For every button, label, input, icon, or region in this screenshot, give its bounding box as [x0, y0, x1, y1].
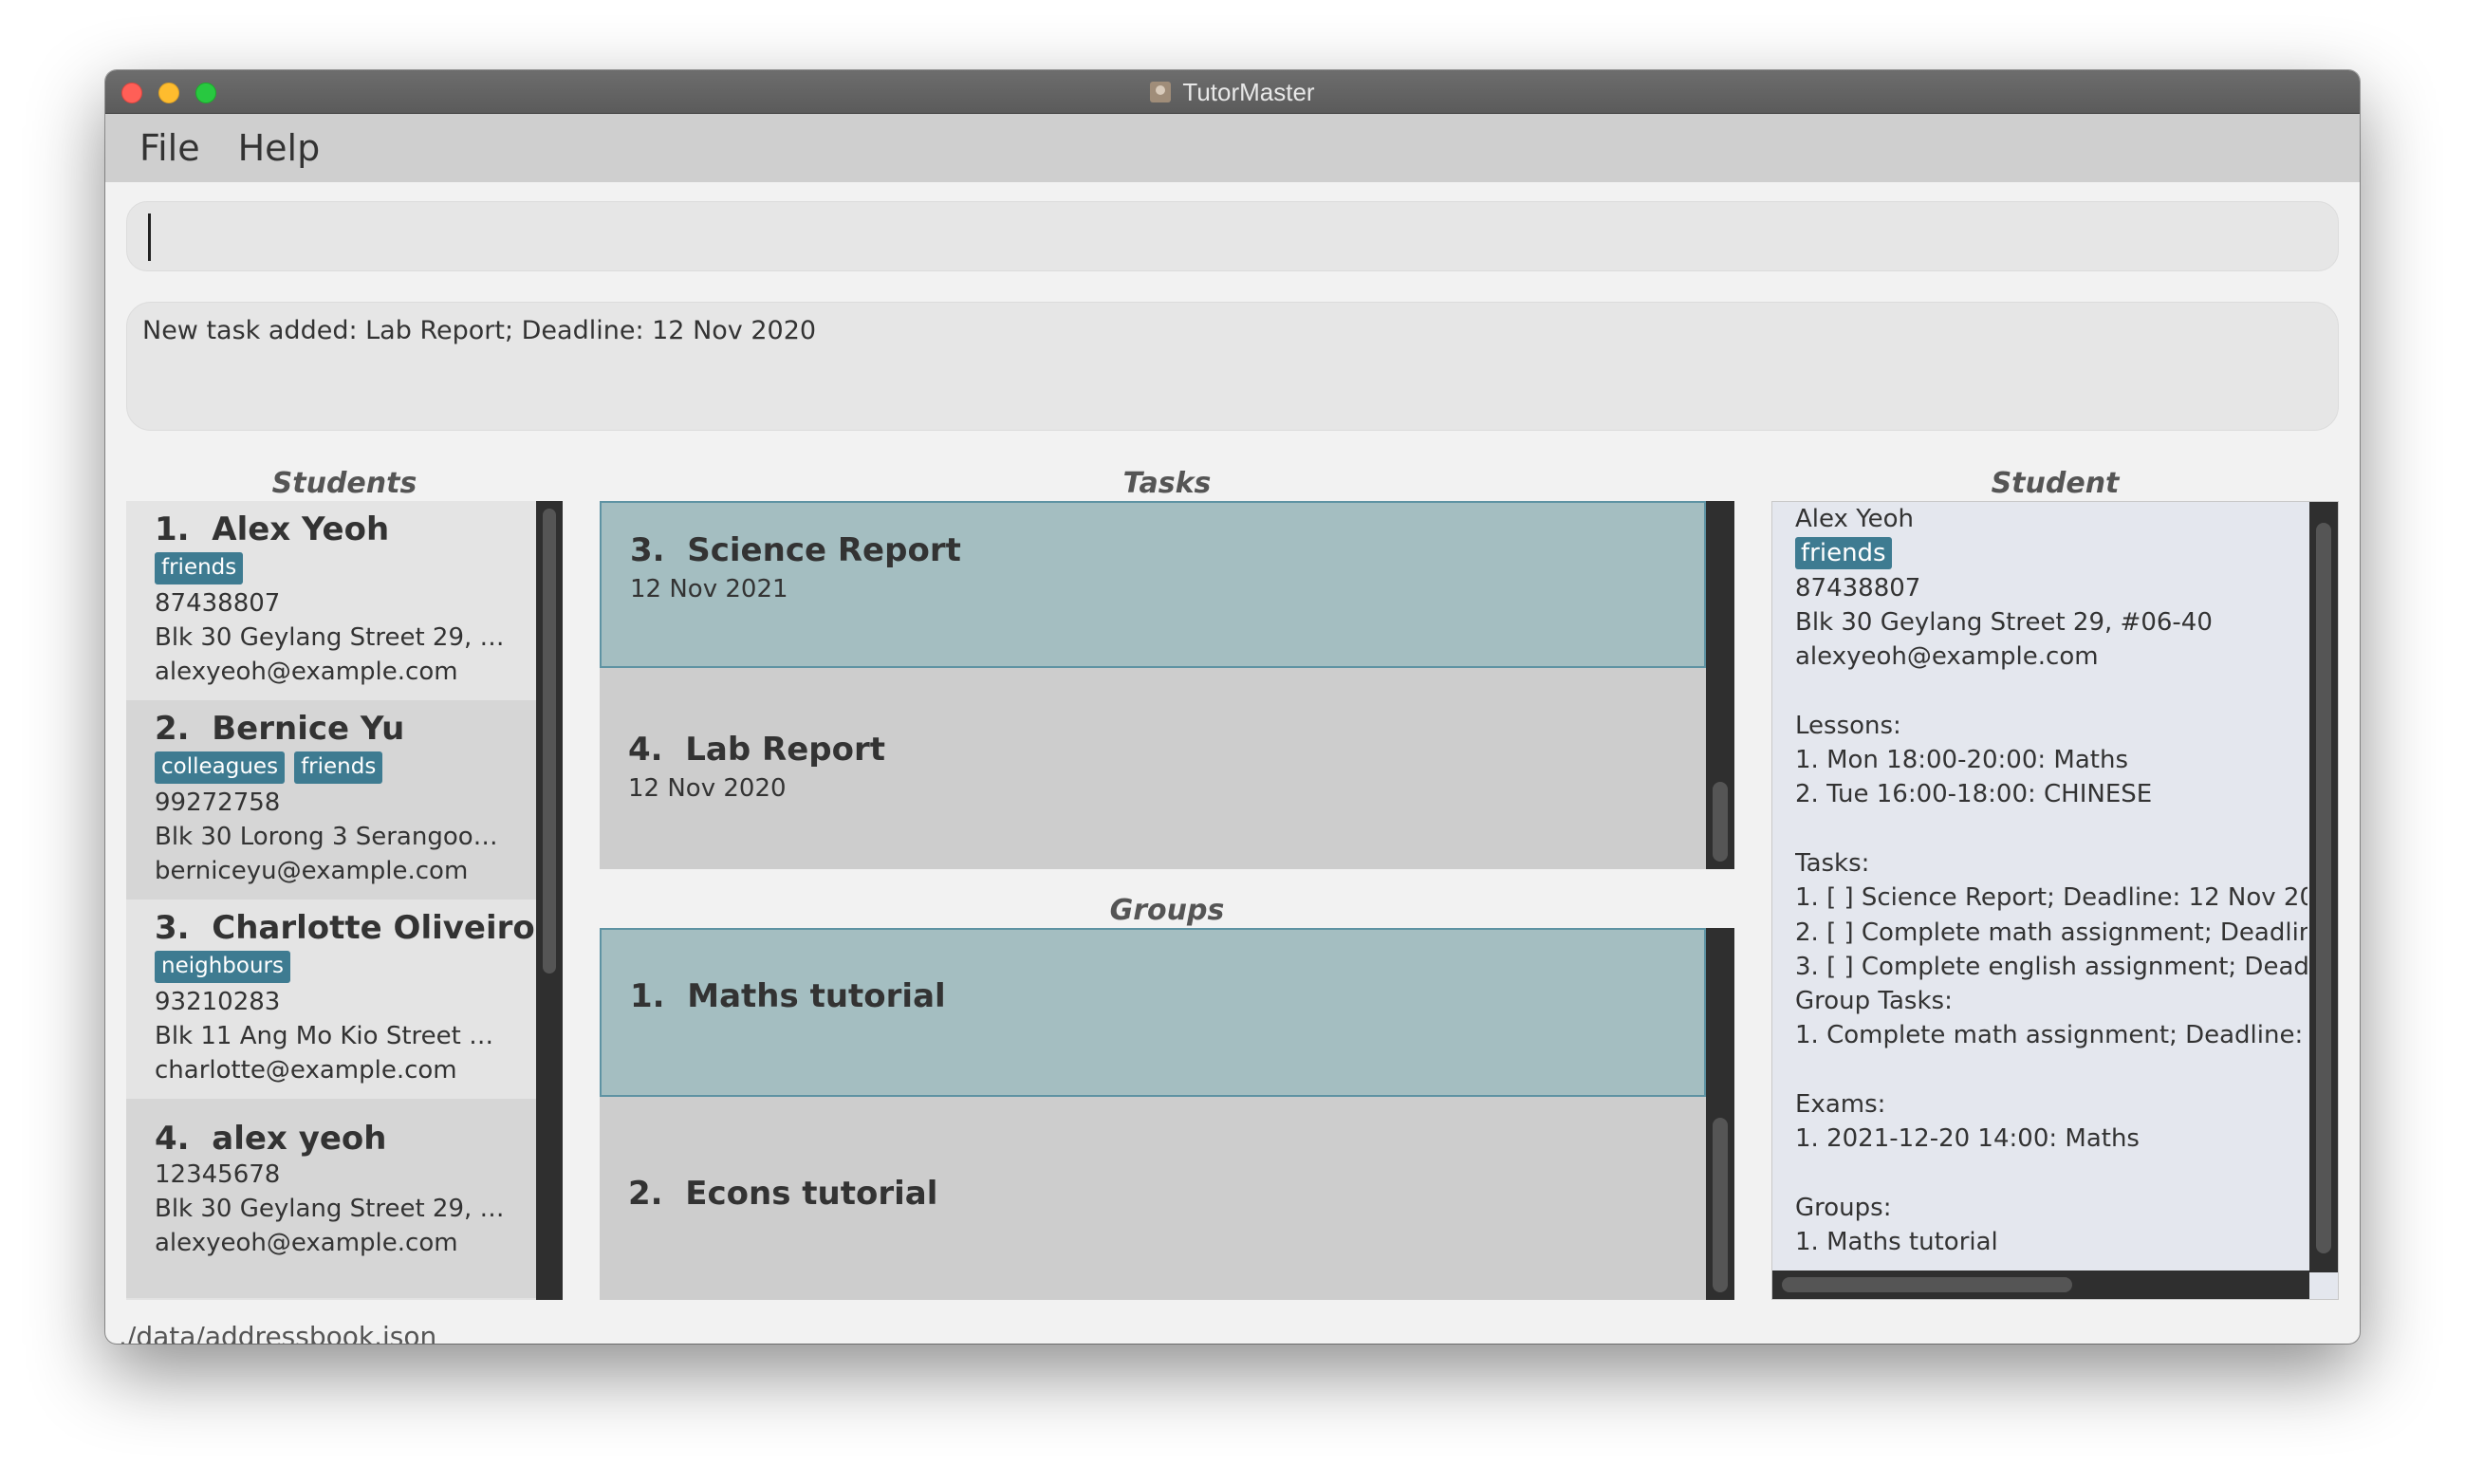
student-card[interactable]: 4. alex yeoh 12345678 Blk 30 Geylang Str… — [126, 1099, 536, 1298]
menu-bar: File Help — [105, 114, 2360, 182]
student-phone: 12345678 — [155, 1160, 281, 1189]
detail-scrollbar-horizontal[interactable] — [1772, 1271, 2309, 1299]
student-email: berniceyu@example.com — [155, 857, 469, 885]
detail-group: 1. Maths tutorial — [1795, 1228, 1998, 1257]
student-tags: neighbours — [155, 951, 508, 983]
title-bar: TutorMaster — [105, 70, 2360, 114]
students-scroll-thumb[interactable] — [543, 509, 556, 974]
tasks-header: Tasks — [1122, 467, 1212, 500]
detail-group-task: 1. Complete math assignment; Deadline: 1… — [1795, 1021, 2307, 1050]
tag-badge: friends — [294, 751, 383, 784]
student-name: 2. Bernice Yu — [155, 710, 405, 748]
student-phone: 87438807 — [155, 589, 281, 618]
menu-file[interactable]: File — [139, 127, 200, 169]
student-address: Blk 30 Lorong 3 Serangoon G... — [155, 823, 508, 851]
students-header: Students — [271, 467, 417, 500]
detail-scroll-thumb-vertical[interactable] — [2316, 523, 2331, 1253]
student-address: Blk 30 Geylang Street 29, #06-... — [155, 623, 508, 652]
detail-email: alexyeoh@example.com — [1795, 642, 2099, 672]
student-name: 4. alex yeoh — [155, 1120, 387, 1158]
task-card[interactable]: 3. Science Report 12 Nov 2021 — [600, 501, 1706, 668]
detail-tag-badge: friends — [1795, 537, 1892, 570]
detail-task: 1. [ ] Science Report; Deadline: 12 Nov … — [1795, 883, 2307, 913]
student-detail-panel[interactable]: Alex Yeoh friends 87438807 Blk 30 Geylan… — [1771, 501, 2339, 1300]
group-card[interactable]: 1. Maths tutorial — [600, 928, 1706, 1097]
student-card[interactable]: 1. Alex Yeoh friends 87438807 Blk 30 Gey… — [126, 501, 536, 700]
group-card[interactable]: 2. Econs tutorial — [600, 1097, 1706, 1300]
detail-scrollbar-vertical[interactable] — [2309, 502, 2338, 1272]
window-title: TutorMaster — [1182, 77, 1315, 106]
text-caret — [148, 213, 151, 261]
student-tags: colleagues friends — [155, 751, 508, 784]
detail-exam: 1. 2021-12-20 14:00: Maths — [1795, 1124, 2140, 1154]
student-detail-content: Alex Yeoh friends 87438807 Blk 30 Geylan… — [1795, 502, 2307, 1260]
detail-spacer — [1795, 1157, 2307, 1191]
student-card[interactable]: 3. Charlotte Oliveiro neighbours 9321028… — [126, 900, 536, 1099]
tasks-scroll-thumb[interactable] — [1713, 782, 1728, 862]
detail-phone: 87438807 — [1795, 573, 1921, 603]
student-tags: friends — [155, 552, 508, 584]
menu-help[interactable]: Help — [238, 127, 321, 169]
student-email: charlotte@example.com — [155, 1056, 457, 1085]
title-wrap: TutorMaster — [105, 70, 2360, 114]
student-email: alexyeoh@example.com — [155, 658, 458, 686]
detail-lesson: 2. Tue 16:00-18:00: CHINESE — [1795, 780, 2153, 809]
students-scrollbar[interactable] — [536, 501, 563, 1300]
detail-task: 3. [ ] Complete english assignment; Dead… — [1795, 952, 2307, 981]
student-name: 3. Charlotte Oliveiro — [155, 909, 535, 947]
tag-badge: colleagues — [155, 751, 286, 784]
tag-badge: friends — [155, 552, 244, 584]
task-name: 4. Lab Report — [628, 731, 886, 769]
detail-lesson: 1. Mon 18:00-20:00: Maths — [1795, 746, 2128, 775]
tag-badge: neighbours — [155, 951, 290, 983]
detail-task: 2. [ ] Complete math assignment; Deadlin… — [1795, 918, 2307, 947]
detail-name: Alex Yeoh — [1795, 505, 1915, 533]
detail-spacer — [1795, 1053, 2307, 1087]
student-phone: 99272758 — [155, 788, 281, 817]
student-phone: 93210283 — [155, 988, 281, 1016]
detail-tags: friends — [1795, 536, 2307, 570]
tasks-list[interactable]: 3. Science Report 12 Nov 2021 4. Lab Rep… — [600, 501, 1734, 869]
groups-header: Groups — [1109, 894, 1225, 927]
student-card[interactable]: 2. Bernice Yu colleagues friends 9927275… — [126, 700, 536, 900]
detail-group-tasks-label: Group Tasks: — [1795, 987, 1953, 1016]
detail-scroll-thumb-horizontal[interactable] — [1782, 1277, 2072, 1292]
student-detail-header: Student — [1991, 467, 2120, 500]
student-address: Blk 11 Ang Mo Kio Street 74, #... — [155, 1022, 508, 1050]
student-email: alexyeoh@example.com — [155, 1229, 458, 1257]
app-icon — [1150, 82, 1172, 102]
group-name: 1. Maths tutorial — [630, 977, 946, 1015]
groups-list[interactable]: 1. Maths tutorial 2. Econs tutorial — [600, 928, 1734, 1300]
app-window: TutorMaster File Help New task added: La… — [105, 70, 2360, 1344]
status-bar-path: ./data/addressbook.json — [119, 1321, 437, 1344]
command-input[interactable] — [126, 201, 2339, 271]
detail-spacer — [1795, 674, 2307, 708]
task-deadline: 12 Nov 2021 — [630, 575, 788, 603]
tasks-scrollbar[interactable] — [1706, 501, 1734, 869]
student-name: 1. Alex Yeoh — [155, 510, 390, 548]
detail-address: Blk 30 Geylang Street 29, #06-40 — [1795, 607, 2213, 637]
detail-exams-label: Exams: — [1795, 1090, 1886, 1120]
detail-groups-label: Groups: — [1795, 1193, 1892, 1222]
result-display: New task added: Lab Report; Deadline: 12… — [126, 302, 2339, 431]
student-address: Blk 30 Geylang Street 29, #06-... — [155, 1195, 508, 1223]
group-name: 2. Econs tutorial — [628, 1175, 938, 1213]
task-name: 3. Science Report — [630, 531, 961, 569]
detail-lessons-label: Lessons: — [1795, 711, 1901, 740]
task-deadline: 12 Nov 2020 — [628, 774, 787, 803]
groups-scroll-thumb[interactable] — [1713, 1118, 1728, 1292]
detail-tasks-label: Tasks: — [1795, 848, 1870, 878]
detail-spacer — [1795, 812, 2307, 846]
result-message: New task added: Lab Report; Deadline: 12… — [142, 316, 817, 345]
groups-scrollbar[interactable] — [1706, 928, 1734, 1300]
students-list[interactable]: 1. Alex Yeoh friends 87438807 Blk 30 Gey… — [126, 501, 563, 1300]
task-card[interactable]: 4. Lab Report 12 Nov 2020 — [600, 668, 1706, 869]
